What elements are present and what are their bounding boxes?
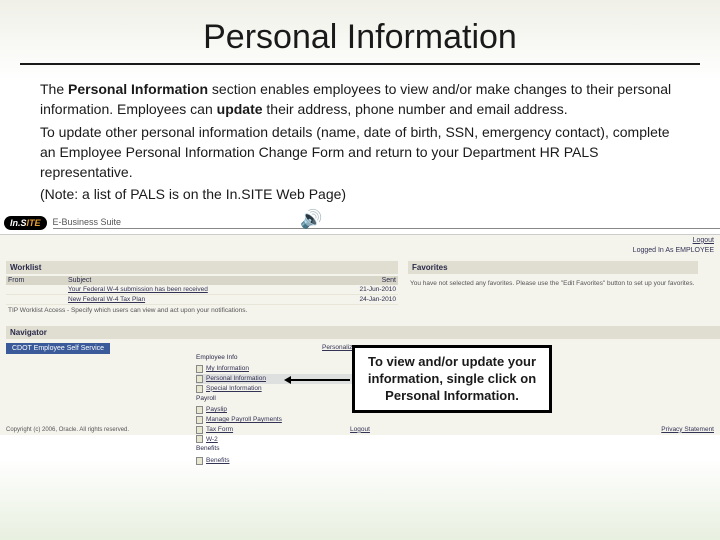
td-from xyxy=(8,296,68,303)
logout-link[interactable]: Logout xyxy=(693,237,714,244)
arrow-icon xyxy=(290,379,350,381)
doc-icon xyxy=(196,457,203,465)
copyright-label: Copyright (c) 2006, Oracle. All rights r… xyxy=(6,427,129,433)
nav-item-payslip[interactable]: Payslip xyxy=(196,405,356,415)
ebs-label: E-Business Suite xyxy=(53,217,720,229)
favorites-header: Favorites xyxy=(408,261,698,274)
p1-bold: Personal Information xyxy=(68,81,208,97)
p1-pre: The xyxy=(40,81,68,97)
table-row[interactable]: Your Federal W-4 submission has been rec… xyxy=(6,285,398,295)
title-underline xyxy=(20,63,700,65)
th-from: From xyxy=(8,277,68,284)
td-subject[interactable]: Your Federal W-4 submission has been rec… xyxy=(68,286,336,293)
logo-post: ITE xyxy=(27,218,41,228)
doc-icon xyxy=(196,416,203,424)
nav-item-w2[interactable]: W-2 xyxy=(196,435,356,445)
speaker-icon: 🔊 xyxy=(300,209,322,230)
p1-bold2: update xyxy=(217,101,263,117)
doc-icon xyxy=(196,365,203,373)
logo-pre: In.S xyxy=(10,218,27,228)
nav-tab-self-service[interactable]: CDOT Employee Self Service xyxy=(6,343,110,354)
nav-right: Personalize Employee Info My Information… xyxy=(196,343,356,466)
td-sent: 21-Jun-2010 xyxy=(336,286,396,293)
logged-in-label: Logged In As EMPLOYEE xyxy=(633,247,714,254)
worklist-tip: TIP Worklist Access - Specify which user… xyxy=(6,305,398,316)
p3: (Note: a list of PALS is on the In.SITE … xyxy=(40,184,680,204)
doc-icon xyxy=(196,435,203,443)
footer-logout-link[interactable]: Logout xyxy=(350,426,370,433)
p1-post: their address, phone number and email ad… xyxy=(263,101,568,117)
td-subject[interactable]: New Federal W-4 Tax Plan xyxy=(68,296,336,303)
th-subject: Subject xyxy=(68,277,336,284)
worklist-table-head: From Subject Sent xyxy=(6,276,398,285)
navigator-header: Navigator xyxy=(6,326,720,339)
favorites-text: You have not selected any favorites. Ple… xyxy=(408,276,698,291)
td-sent: 24-Jan-2010 xyxy=(336,296,396,303)
page-title: Personal Information xyxy=(0,0,720,63)
nav-group-info: Employee Info xyxy=(196,353,356,363)
nav-group-benefits: Benefits xyxy=(196,444,356,454)
nav-item-tax-form[interactable]: Tax Form xyxy=(196,425,356,435)
doc-icon xyxy=(196,406,203,414)
callout-box: To view and/or update your information, … xyxy=(352,345,552,414)
p2: To update other personal information det… xyxy=(40,122,680,183)
nav-item-my-information[interactable]: My Information xyxy=(196,364,356,374)
nav-item-special-information[interactable]: Special Information xyxy=(196,384,356,394)
content-row: Worklist From Subject Sent Your Federal … xyxy=(0,235,720,316)
logo-bar: In.SITE E-Business Suite xyxy=(0,213,720,235)
nav-left: CDOT Employee Self Service xyxy=(6,343,196,466)
table-row[interactable]: New Federal W-4 Tax Plan 24-Jan-2010 xyxy=(6,295,398,305)
doc-icon xyxy=(196,426,203,434)
worklist-header: Worklist xyxy=(6,261,398,274)
th-sent: Sent xyxy=(336,277,396,284)
td-from xyxy=(8,286,68,293)
footer-privacy-link[interactable]: Privacy Statement xyxy=(661,426,714,433)
nav-item-benefits[interactable]: Benefits xyxy=(196,456,356,466)
nav-item-manage-payroll[interactable]: Manage Payroll Payments xyxy=(196,415,356,425)
favorites-panel: Favorites You have not selected any favo… xyxy=(398,261,698,316)
nav-group-payroll: Payroll xyxy=(196,394,356,404)
doc-icon xyxy=(196,385,203,393)
doc-icon xyxy=(196,375,203,383)
worklist-panel: Worklist From Subject Sent Your Federal … xyxy=(0,261,398,316)
app-screenshot: In.SITE E-Business Suite Logout Logged I… xyxy=(0,213,720,435)
personalize-link[interactable]: Personalize xyxy=(322,344,356,351)
insite-logo: In.SITE xyxy=(4,216,47,230)
body-text: The Personal Information section enables… xyxy=(0,79,720,205)
